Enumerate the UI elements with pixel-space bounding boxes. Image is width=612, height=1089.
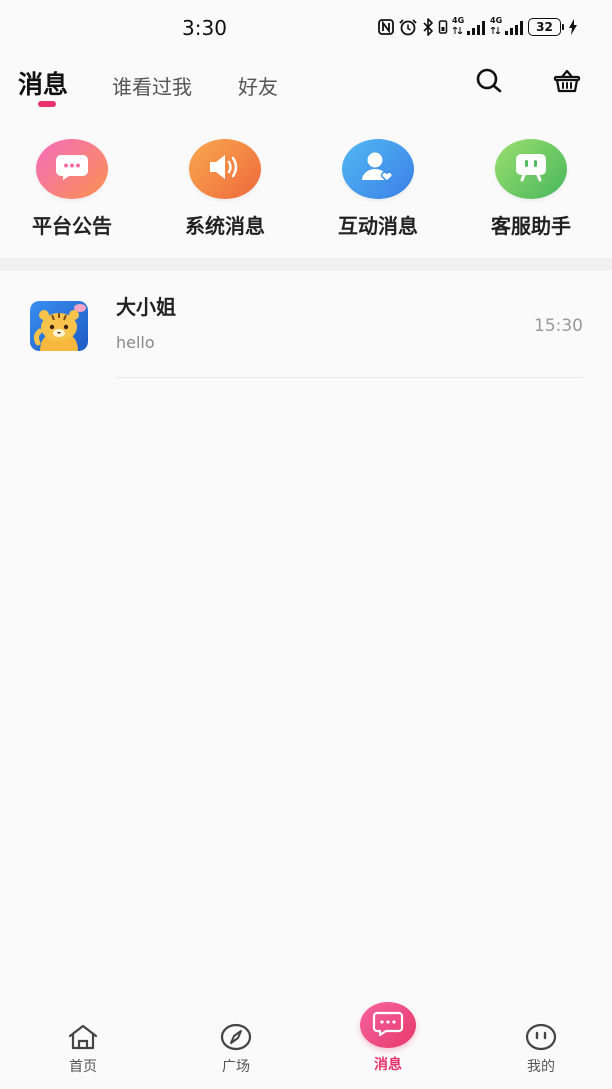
chat-bubble-icon: [55, 153, 89, 185]
bluetooth-icon: [422, 18, 434, 36]
conversation-time: 15:30: [534, 316, 583, 336]
interaction-message-circle: [342, 139, 414, 199]
battery-level: 32: [528, 18, 561, 36]
tab-label: 消息: [18, 70, 69, 99]
divider: [116, 377, 583, 378]
signal-icon: 4G: [490, 16, 524, 37]
vibrate-icon: [438, 19, 448, 35]
status-time: 3:30: [182, 16, 227, 40]
tab-who-viewed-me[interactable]: 谁看过我: [112, 72, 192, 102]
compass-icon: [220, 1023, 252, 1051]
conversation-item[interactable]: 大小姐 hello 15:30: [0, 271, 612, 379]
tab-active-indicator: [38, 101, 56, 107]
message-icon: [372, 1010, 404, 1040]
network-type-label: 4G: [490, 16, 503, 25]
quick-action-label: 客服助手: [491, 214, 571, 238]
tab-label: 谁看过我: [112, 75, 192, 99]
status-icons: 4G 4G 32: [378, 16, 578, 38]
system-message-circle: [189, 139, 261, 199]
section-separator: [0, 258, 612, 271]
quick-action-label: 互动消息: [338, 214, 418, 238]
nav-messages[interactable]: 消息: [338, 1000, 438, 1089]
search-button[interactable]: [474, 68, 504, 98]
nfc-icon: [378, 19, 394, 35]
user-heart-icon: [360, 151, 396, 187]
home-icon: [67, 1023, 99, 1051]
bottom-nav: 首页 广场 消息 我的: [0, 1000, 612, 1089]
tab-friends[interactable]: 好友: [238, 72, 278, 102]
service-bot-icon: [514, 151, 548, 187]
quick-action-label: 系统消息: [185, 214, 265, 238]
conversation-last-message: hello: [116, 333, 155, 352]
nav-home[interactable]: 首页: [33, 1000, 133, 1089]
customer-service-circle: [495, 139, 567, 199]
battery-nub: [562, 24, 564, 30]
search-icon: [475, 67, 503, 99]
interaction-message-button[interactable]: 互动消息: [323, 139, 433, 239]
network-type-label: 4G: [452, 16, 465, 25]
nav-plaza[interactable]: 广场: [186, 1000, 286, 1089]
avatar: [30, 301, 88, 351]
customer-service-button[interactable]: 客服助手: [476, 139, 586, 239]
nav-label: 广场: [222, 1059, 250, 1075]
signal-icon: 4G: [452, 16, 486, 37]
platform-announcement-circle: [36, 139, 108, 199]
system-message-button[interactable]: 系统消息: [170, 139, 280, 239]
tab-messages[interactable]: 消息: [18, 70, 69, 107]
battery-icon: 32: [528, 18, 564, 36]
basket-icon: [553, 68, 581, 98]
platform-announcement-button[interactable]: 平台公告: [17, 139, 127, 239]
nav-me[interactable]: 我的: [491, 1000, 591, 1089]
nav-active-circle: [360, 1002, 416, 1048]
smiley-icon: [525, 1023, 557, 1051]
charging-icon: [568, 19, 578, 35]
alarm-icon: [398, 18, 418, 36]
nav-label: 首页: [69, 1059, 97, 1075]
tiger-avatar-icon: [30, 301, 88, 351]
basket-button[interactable]: [552, 68, 582, 98]
tab-label: 好友: [238, 75, 278, 99]
nav-label: 消息: [374, 1057, 402, 1073]
conversation-name: 大小姐: [116, 295, 176, 319]
speaker-icon: [207, 152, 243, 186]
nav-label: 我的: [527, 1059, 555, 1075]
quick-action-label: 平台公告: [32, 214, 112, 238]
